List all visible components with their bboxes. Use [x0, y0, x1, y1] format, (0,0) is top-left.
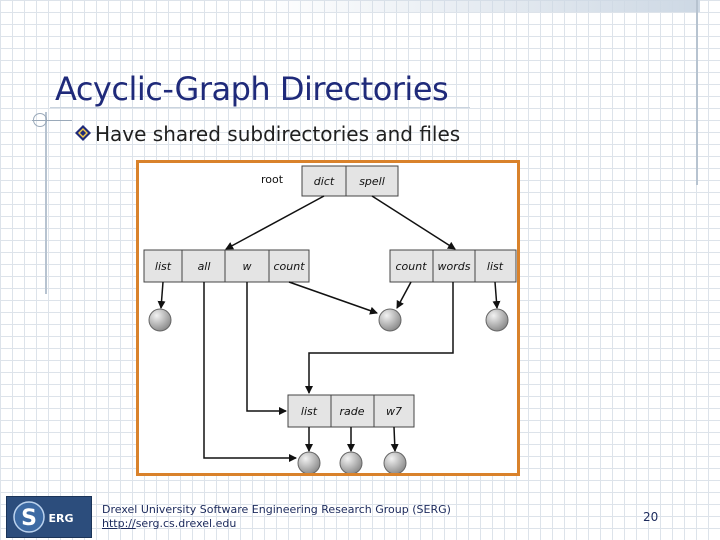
left-dir-entry-w-label: w	[243, 260, 252, 273]
root-entry-spell-label: spell	[359, 175, 385, 188]
left-dir-entry-list-label: list	[155, 260, 172, 273]
left-vertical-rule	[45, 112, 47, 294]
right-dir-entry-list-label: list	[487, 260, 504, 273]
left-dir-entry-count-label: count	[273, 260, 305, 273]
edge-count-to-shared-dir	[305, 282, 454, 394]
right-dir-entry-words-label: words	[438, 260, 471, 273]
left-dir-entry-all-label: all	[198, 260, 211, 273]
footer-url-link[interactable]: http://	[102, 517, 136, 530]
page-number: 20	[643, 510, 659, 524]
bullet-item: Have shared subdirectories and files	[75, 122, 535, 146]
diamond-bullet-icon	[75, 125, 91, 141]
right-dir-entry-count-label: count	[395, 260, 427, 273]
rule-circle-ornament	[33, 113, 47, 127]
file-node-left-list	[148, 308, 172, 332]
edge-right-count-to-shared-file	[396, 281, 412, 309]
edge-dict-to-left-dir	[225, 195, 325, 250]
file-node-shared-list	[297, 451, 321, 473]
right-vertical-rule	[696, 0, 698, 185]
serg-logo-text: ERG	[48, 512, 73, 525]
root-entry-dict-label: dict	[314, 175, 335, 188]
shared-dir-entry-list-label: list	[301, 405, 318, 418]
file-node-right-list	[485, 308, 509, 332]
edge-spell-to-right-dir	[371, 195, 456, 250]
footer-url-rest: serg.cs.drexel.edu	[135, 517, 237, 530]
shared-dir-entry-rade-label: rade	[339, 405, 364, 418]
edge-left-list-to-file	[157, 281, 166, 309]
slide-title: Acyclic-Graph Directories	[55, 70, 449, 108]
file-node-shared-rade	[339, 451, 363, 473]
bullet-text: Have shared subdirectories and files	[95, 122, 461, 146]
file-node-shared-count	[378, 308, 402, 332]
serg-logo-graphic: S ERG	[7, 497, 91, 537]
file-node-shared-w7	[383, 451, 407, 473]
footer-org-name: Drexel University Software Engineering R…	[102, 503, 451, 516]
shared-dir-entry-w7-label: w7	[386, 405, 402, 418]
edge-w-to-shared-dir	[246, 282, 287, 415]
root-label: root	[261, 173, 284, 186]
edge-left-count-to-shared-file	[288, 281, 378, 315]
serg-logo: S ERG	[6, 496, 92, 538]
serg-logo-mark: S	[21, 506, 37, 531]
acyclic-graph-diagram: root dict spell list all w count count w…	[136, 160, 520, 476]
top-decoration-band	[260, 0, 700, 12]
edge-all-to-shared-list-file	[203, 282, 297, 462]
edge-right-list-to-file	[492, 281, 501, 309]
footer-url: http://serg.cs.drexel.edu	[102, 517, 236, 530]
diagram-canvas: root dict spell list all w count count w…	[143, 165, 517, 473]
edge-shared-w7-to-file	[390, 426, 399, 452]
